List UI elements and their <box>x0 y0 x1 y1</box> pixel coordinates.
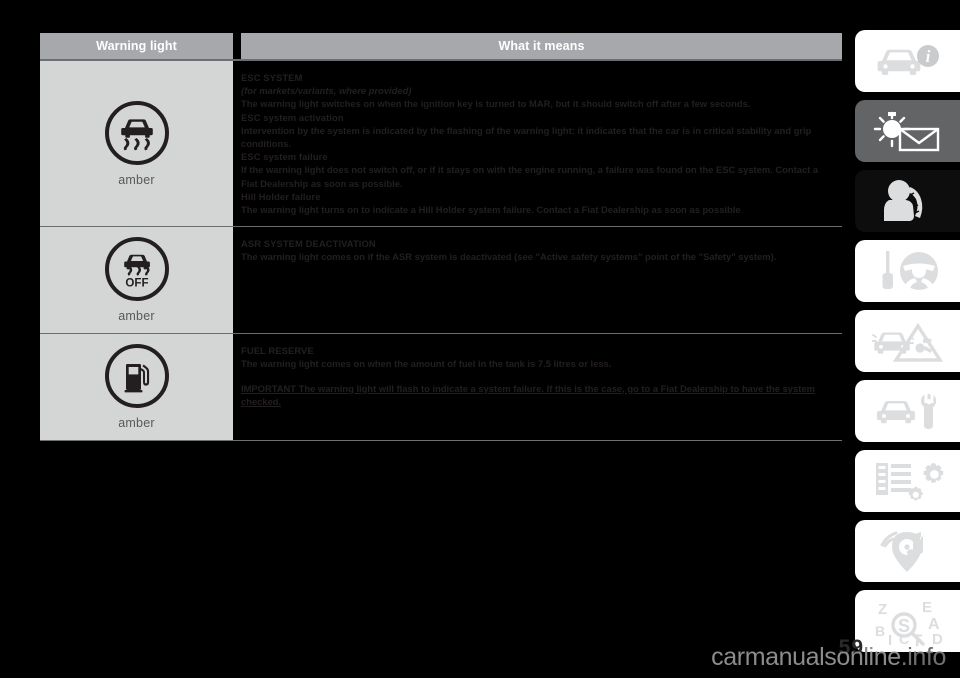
header-gap <box>233 33 241 59</box>
section-heading: ESC SYSTEM <box>241 72 303 83</box>
description-cell: FUEL RESERVE The warning light comes on … <box>241 334 842 441</box>
table-row: amber FUEL RESERVE The warning light com… <box>40 334 842 442</box>
svg-text:B: B <box>875 623 885 639</box>
warning-light-colour-label: amber <box>118 416 155 431</box>
svg-text:Z: Z <box>878 601 887 618</box>
chapter-tab-rail: i Z B I C T E A D S <box>855 30 960 660</box>
section-paragraph: The warning light switches on when the i… <box>241 98 751 110</box>
table-row: OFF amber ASR SYSTEM DEACTIVATION The wa… <box>40 227 842 335</box>
warning-light-cell: OFF amber <box>40 227 233 334</box>
section-paragraph: Intervention by the system is indicated … <box>241 124 812 150</box>
tab-lights-and-messages[interactable] <box>855 100 960 162</box>
watermark-text: carmanualsonline <box>711 643 901 671</box>
column-gap <box>233 227 241 334</box>
section-subheading: ESC system activation <box>241 111 344 123</box>
column-header-warning-light: Warning light <box>40 33 233 59</box>
fuel-reserve-warning-light <box>104 344 169 409</box>
section-paragraph: If the warning light does not switch off… <box>241 164 819 189</box>
tab-multimedia[interactable] <box>855 520 960 582</box>
asr-off-warning-light: OFF <box>104 237 169 302</box>
tab-car-info[interactable]: i <box>855 30 960 92</box>
section-paragraph: The warning light comes on when the amou… <box>241 358 612 370</box>
section-heading: ASR SYSTEM DEACTIVATION <box>241 238 376 250</box>
manual-page: Warning light What it means amber ESC SY… <box>0 0 960 678</box>
section-paragraph: The warning light comes on if the ASR sy… <box>241 251 777 263</box>
tab-technical-specifications[interactable] <box>855 450 960 512</box>
column-gap <box>233 334 241 441</box>
section-subheading: ESC system failure <box>241 151 328 163</box>
tab-safety[interactable] <box>855 170 960 232</box>
section-heading: FUEL RESERVE <box>241 345 314 357</box>
esc-skid-warning-light <box>104 100 169 165</box>
section-paragraph: The warning light turns on to indicate a… <box>241 204 741 216</box>
tab-in-an-emergency[interactable] <box>855 310 960 372</box>
warning-lights-table: Warning light What it means amber ESC SY… <box>40 33 842 442</box>
svg-text:E: E <box>922 599 932 616</box>
section-subheading: Hill Holder failure <box>241 190 321 202</box>
description-cell: ASR SYSTEM DEACTIVATION The warning ligh… <box>241 227 842 334</box>
important-note: IMPORTANT The warning light will flash t… <box>241 382 815 407</box>
description-cell: ESC SYSTEM (for markets/variants, where … <box>241 61 842 227</box>
table-body: amber ESC SYSTEM (for markets/variants, … <box>40 59 842 442</box>
warning-light-cell: amber <box>40 334 233 441</box>
svg-text:OFF: OFF <box>125 277 148 289</box>
tab-servicing-and-maintenance[interactable] <box>855 380 960 442</box>
warning-light-cell: amber <box>40 61 233 227</box>
watermark-suffix: .info <box>900 643 947 671</box>
warning-light-colour-label: amber <box>118 309 155 324</box>
tab-starting-and-driving[interactable] <box>855 240 960 302</box>
column-gap <box>233 61 241 227</box>
table-header-row: Warning light What it means <box>40 33 842 59</box>
svg-text:S: S <box>898 616 910 636</box>
table-row: amber ESC SYSTEM (for markets/variants, … <box>40 61 842 228</box>
section-subtitle: (for markets/variants, where provided) <box>241 85 412 97</box>
watermark: carmanualsonline.info <box>711 643 946 672</box>
svg-text:i: i <box>925 47 930 66</box>
column-header-what-it-means: What it means <box>241 33 842 59</box>
warning-light-colour-label: amber <box>118 172 155 187</box>
